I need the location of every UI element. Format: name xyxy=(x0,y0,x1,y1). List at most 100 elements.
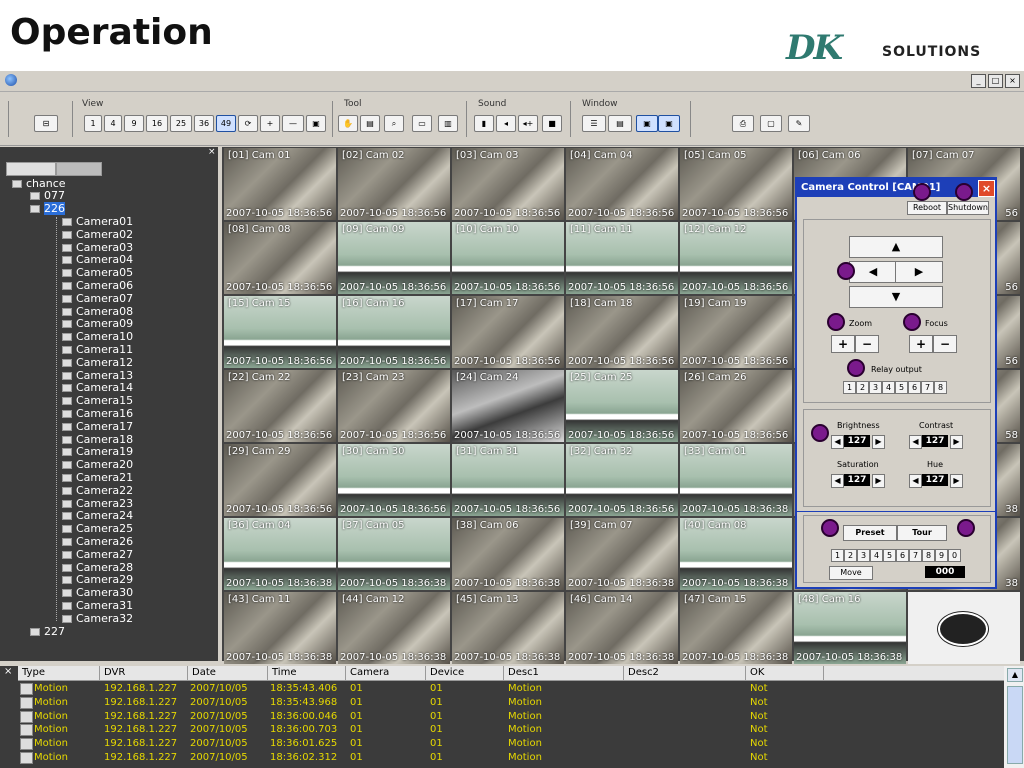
tree-item-camera[interactable]: Camera19 xyxy=(62,445,133,458)
relay-7-button[interactable]: 7 xyxy=(921,381,934,394)
pan-right-button[interactable]: ▶ xyxy=(895,261,943,283)
log-scrollbar[interactable]: ▲ xyxy=(1004,666,1024,768)
tree-item-camera[interactable]: Camera18 xyxy=(62,433,133,446)
window-panel-icon[interactable]: ▣ xyxy=(658,115,680,132)
reboot-button[interactable]: Reboot xyxy=(907,201,947,215)
microphone-icon[interactable]: ▮ xyxy=(474,115,494,132)
view-zoom-in-icon[interactable]: + xyxy=(260,115,280,132)
log-row[interactable]: Motion 192.168.1.227 2007/10/05 18:36:00.04… xyxy=(18,710,1004,723)
minimize-button[interactable]: _ xyxy=(971,74,986,88)
camera-view-cell[interactable]: [29] Cam 29 2007-10-05 18:36:56 xyxy=(224,444,336,516)
tree-group-227[interactable]: 227 xyxy=(30,625,65,638)
log-column-header[interactable]: Desc2 xyxy=(624,666,746,680)
view-36-button[interactable]: 36 xyxy=(194,115,214,132)
camera-view-cell[interactable]: [18] Cam 18 2007-10-05 18:36:56 xyxy=(566,296,678,368)
camera-view-cell[interactable]: [38] Cam 06 2007-10-05 18:36:38 xyxy=(452,518,564,590)
log-column-header[interactable]: DVR xyxy=(100,666,188,680)
camera-view-cell[interactable]: [09] Cam 09 2007-10-05 18:36:56 xyxy=(338,222,450,294)
camera-view-cell[interactable]: [31] Cam 31 2007-10-05 18:36:56 xyxy=(452,444,564,516)
scroll-thumb[interactable] xyxy=(1007,686,1023,764)
window-split-icon[interactable]: ▣ xyxy=(636,115,658,132)
tree-group-226[interactable]: 226 xyxy=(30,202,65,215)
camera-view-cell[interactable]: [40] Cam 08 2007-10-05 18:36:38 xyxy=(680,518,792,590)
camera-view-cell[interactable]: [46] Cam 14 2007-10-05 18:36:38 xyxy=(566,592,678,664)
camera-view-cell[interactable]: [05] Cam 05 2007-10-05 18:36:56 xyxy=(680,148,792,220)
tree-item-camera[interactable]: Camera09 xyxy=(62,317,133,330)
camera-view-cell[interactable]: [37] Cam 05 2007-10-05 18:36:38 xyxy=(338,518,450,590)
camera-view-cell[interactable]: [23] Cam 23 2007-10-05 18:36:56 xyxy=(338,370,450,442)
camera-view-cell[interactable]: [30] Cam 30 2007-10-05 18:36:56 xyxy=(338,444,450,516)
tree-item-camera[interactable]: Camera15 xyxy=(62,394,133,407)
tree-item-camera[interactable]: Camera25 xyxy=(62,522,133,535)
display-icon[interactable]: ▢ xyxy=(760,115,782,132)
tree-item-camera[interactable]: Camera02 xyxy=(62,228,133,241)
log-column-header[interactable]: Date xyxy=(188,666,268,680)
relay-5-button[interactable]: 5 xyxy=(895,381,908,394)
folder-icon[interactable]: ▭ xyxy=(412,115,432,132)
preset-number-8-button[interactable]: 8 xyxy=(922,549,935,562)
camera-view-cell[interactable]: [26] Cam 26 2007-10-05 18:36:56 xyxy=(680,370,792,442)
brightness-decrease-button[interactable]: ◀ xyxy=(831,435,844,449)
log-column-header[interactable]: OK xyxy=(746,666,824,680)
tour-button[interactable]: Tour xyxy=(897,525,947,541)
tree-item-camera[interactable]: Camera29 xyxy=(62,573,133,586)
print-icon[interactable]: ⎙ xyxy=(732,115,754,132)
tree-item-camera[interactable]: Camera32 xyxy=(62,612,133,625)
camera-view-cell[interactable]: [44] Cam 12 2007-10-05 18:36:38 xyxy=(338,592,450,664)
tree-close-icon[interactable]: × xyxy=(208,148,216,157)
view-fullscreen-icon[interactable]: ▣ xyxy=(306,115,326,132)
preset-button[interactable]: Preset xyxy=(843,525,897,541)
log-close-icon[interactable]: × xyxy=(4,666,12,677)
camera-view-cell[interactable]: [39] Cam 07 2007-10-05 18:36:38 xyxy=(566,518,678,590)
tree-item-camera[interactable]: Camera31 xyxy=(62,599,133,612)
hue-increase-button[interactable]: ▶ xyxy=(950,474,963,488)
log-row[interactable]: Motion 192.168.1.227 2007/10/05 18:36:00.70… xyxy=(18,723,1004,737)
tree-item-camera[interactable]: Camera20 xyxy=(62,458,133,471)
shutdown-button[interactable]: Shutdown xyxy=(947,201,989,215)
preset-number-6-button[interactable]: 6 xyxy=(896,549,909,562)
tree-item-camera[interactable]: Camera30 xyxy=(62,586,133,599)
preset-number-4-button[interactable]: 4 xyxy=(870,549,883,562)
view-4-button[interactable]: 4 xyxy=(104,115,122,132)
camera-view-cell[interactable]: [22] Cam 22 2007-10-05 18:36:56 xyxy=(224,370,336,442)
stop-sound-icon[interactable]: ■ xyxy=(542,115,562,132)
tree-item-camera[interactable]: Camera03 xyxy=(62,241,133,254)
zoom-out-button[interactable]: − xyxy=(855,335,879,353)
document-icon[interactable]: ▤ xyxy=(360,115,380,132)
window-list-icon[interactable]: ▤ xyxy=(608,115,632,132)
hand-tool-icon[interactable]: ✋ xyxy=(338,115,358,132)
focus-out-button[interactable]: − xyxy=(933,335,957,353)
camera-view-cell[interactable]: [19] Cam 19 2007-10-05 18:36:56 xyxy=(680,296,792,368)
camera-view-cell[interactable]: [33] Cam 01 2007-10-05 18:36:38 xyxy=(680,444,792,516)
camera-view-cell[interactable]: [36] Cam 04 2007-10-05 18:36:38 xyxy=(224,518,336,590)
camera-view-cell[interactable]: [04] Cam 04 2007-10-05 18:36:56 xyxy=(566,148,678,220)
view-16-button[interactable]: 16 xyxy=(146,115,168,132)
tree-item-camera[interactable]: Camera05 xyxy=(62,266,133,279)
relay-4-button[interactable]: 4 xyxy=(882,381,895,394)
camera-view-cell[interactable]: [45] Cam 13 2007-10-05 18:36:38 xyxy=(452,592,564,664)
log-column-header[interactable]: Camera xyxy=(346,666,426,680)
preset-number-2-button[interactable]: 2 xyxy=(844,549,857,562)
settings-icon[interactable]: ✎ xyxy=(788,115,810,132)
log-row[interactable]: Motion 192.168.1.227 2007/10/05 18:36:02.31… xyxy=(18,751,1004,764)
tree-tab-devices[interactable] xyxy=(6,162,56,176)
tree-group-077[interactable]: 077 xyxy=(30,189,65,202)
scroll-up-icon[interactable]: ▲ xyxy=(1007,668,1023,682)
camera-view-cell[interactable]: [24] Cam 24 2007-10-05 18:36:56 xyxy=(452,370,564,442)
log-column-header[interactable]: Device xyxy=(426,666,504,680)
saturation-increase-button[interactable]: ▶ xyxy=(872,474,885,488)
preset-number-3-button[interactable]: 3 xyxy=(857,549,870,562)
camera-view-cell[interactable]: [15] Cam 15 2007-10-05 18:36:56 xyxy=(224,296,336,368)
log-row[interactable]: Motion 192.168.1.227 2007/10/05 18:35:43.96… xyxy=(18,696,1004,709)
pan-left-button[interactable]: ◀ xyxy=(849,261,897,283)
view-1-button[interactable]: 1 xyxy=(84,115,102,132)
camera-view-cell[interactable]: [11] Cam 11 2007-10-05 18:36:56 xyxy=(566,222,678,294)
search-icon[interactable]: ⌕ xyxy=(384,115,404,132)
camera-view-cell[interactable]: [25] Cam 25 2007-10-05 18:36:56 xyxy=(566,370,678,442)
log-column-header[interactable]: Time xyxy=(268,666,346,680)
volume-icon[interactable]: ◂+ xyxy=(518,115,538,132)
tree-item-camera[interactable]: Camera12 xyxy=(62,356,133,369)
tree-item-camera[interactable]: Camera07 xyxy=(62,292,133,305)
camera-view-cell[interactable]: [17] Cam 17 2007-10-05 18:36:56 xyxy=(452,296,564,368)
move-button[interactable]: Move xyxy=(829,566,873,580)
